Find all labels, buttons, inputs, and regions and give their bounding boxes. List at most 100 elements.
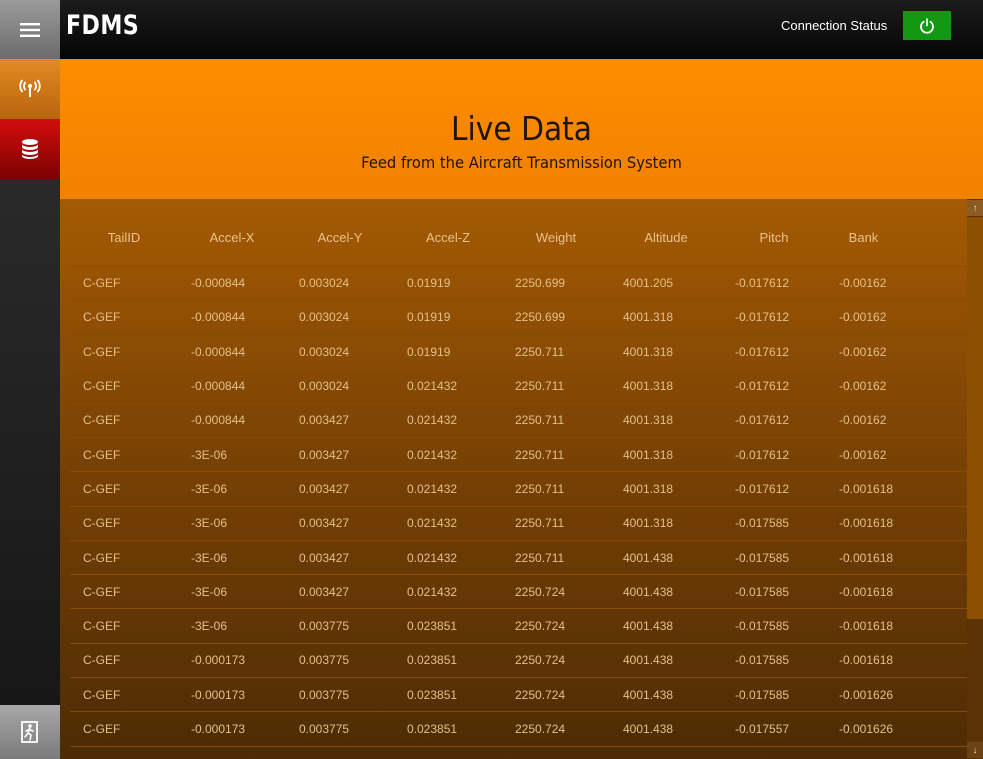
table-cell: 0.003775 — [286, 608, 394, 644]
table-row[interactable]: C-GEF -3E-06 0.003427 0.021432 2250.711 4001.… — [70, 540, 967, 576]
live-data-table: TailID Accel-X Accel-Y Accel-Z Weight Altitud… — [70, 199, 967, 747]
page-title: Live Data — [450, 109, 592, 148]
hamburger-icon — [20, 22, 40, 37]
table-cell: -0.017585 — [722, 608, 826, 644]
column-header[interactable]: Bank — [826, 199, 967, 267]
column-header[interactable]: Altitude — [610, 199, 722, 267]
table-row[interactable]: C-GEF -0.000844 0.003024 0.01919 2250.699 400… — [70, 300, 967, 336]
table-cell: -0.017585 — [722, 574, 826, 610]
table-cell: -0.000844 — [178, 403, 286, 438]
table-cell: 2250.724 — [502, 574, 610, 610]
table-cell: 0.003775 — [286, 711, 394, 747]
sidebar-item-live-data[interactable] — [0, 59, 60, 119]
table-cell: -0.001618 — [826, 471, 967, 507]
column-header[interactable]: Accel-Z — [394, 199, 502, 267]
table-cell: -0.001618 — [826, 506, 967, 541]
table-cell: C-GEF — [70, 471, 178, 507]
table-cell: -0.00162 — [826, 437, 967, 473]
page-subtitle: Feed from the Aircraft Transmission Syst… — [361, 153, 682, 172]
live-data-table-panel[interactable]: TailID Accel-X Accel-Y Accel-Z Weight Altitud… — [60, 199, 983, 759]
sidebar-item-exit[interactable] — [0, 705, 60, 759]
table-cell: C-GEF — [70, 643, 178, 679]
table-cell: 2250.711 — [502, 368, 610, 404]
table-cell: 0.003427 — [286, 574, 394, 610]
table-row[interactable]: C-GEF -0.000844 0.003024 0.01919 2250.711 400… — [70, 334, 967, 370]
table-cell: 4001.438 — [610, 574, 722, 610]
table-cell: C-GEF — [70, 608, 178, 644]
table-row[interactable]: C-GEF -0.000173 0.003775 0.023851 2250.724 40… — [70, 643, 967, 679]
table-cell: -0.017585 — [722, 540, 826, 576]
table-cell: 0.003024 — [286, 334, 394, 370]
column-header[interactable]: Weight — [502, 199, 610, 267]
scroll-up-button[interactable]: ↑ — [967, 200, 983, 216]
table-cell: -0.017612 — [722, 300, 826, 336]
sidebar — [0, 59, 60, 759]
table-cell: -0.000173 — [178, 677, 286, 713]
column-header[interactable]: Accel-X — [178, 199, 286, 267]
table-cell: -0.001626 — [826, 711, 967, 747]
table-cell: C-GEF — [70, 437, 178, 473]
table-cell: -0.017612 — [722, 368, 826, 404]
table-cell: 2250.724 — [502, 711, 610, 747]
table-cell: 4001.438 — [610, 643, 722, 679]
app-logo: FDMS — [66, 10, 140, 41]
table-row[interactable]: C-GEF -3E-06 0.003775 0.023851 2250.724 4001.… — [70, 608, 967, 644]
table-cell: C-GEF — [70, 266, 178, 301]
table-cell: 0.003024 — [286, 266, 394, 301]
connection-status-label: Connection Status — [781, 18, 888, 33]
table-cell: -0.00162 — [826, 368, 967, 404]
table-cell: 0.003775 — [286, 677, 394, 713]
table-row[interactable]: C-GEF -3E-06 0.003427 0.021432 2250.724 4001.… — [70, 574, 967, 610]
table-cell: -0.000173 — [178, 711, 286, 747]
table-cell: 0.003024 — [286, 368, 394, 404]
scroll-down-button[interactable]: ↓ — [967, 742, 983, 758]
table-cell: -0.000844 — [178, 300, 286, 336]
table-cell: -0.001626 — [826, 677, 967, 713]
menu-button[interactable] — [0, 0, 60, 59]
column-header[interactable]: TailID — [70, 199, 178, 267]
table-cell: -0.017585 — [722, 677, 826, 713]
table-row[interactable]: C-GEF -0.000844 0.003024 0.021432 2250.711 40… — [70, 368, 967, 404]
table-row[interactable]: C-GEF -0.000844 0.003427 0.021432 2250.711 40… — [70, 403, 967, 438]
table-cell: -0.001618 — [826, 540, 967, 576]
table-cell: 2250.711 — [502, 471, 610, 507]
table-cell: -0.017585 — [722, 506, 826, 541]
table-cell: -0.00162 — [826, 266, 967, 301]
table-cell: 4001.438 — [610, 608, 722, 644]
table-cell: 0.021432 — [394, 403, 502, 438]
table-row[interactable]: C-GEF -3E-06 0.003427 0.021432 2250.711 4001.… — [70, 471, 967, 507]
table-cell: -0.017612 — [722, 334, 826, 370]
table-row[interactable]: C-GEF -3E-06 0.003427 0.021432 2250.711 4001.… — [70, 506, 967, 541]
scrollbar-thumb[interactable] — [967, 217, 983, 619]
sidebar-item-database[interactable] — [0, 119, 60, 179]
table-cell: 2250.711 — [502, 334, 610, 370]
column-header[interactable]: Accel-Y — [286, 199, 394, 267]
vertical-scrollbar[interactable]: ↑ ↓ — [967, 199, 983, 759]
table-cell: -3E-06 — [178, 506, 286, 541]
table-cell: 2250.711 — [502, 540, 610, 576]
table-cell: 4001.438 — [610, 711, 722, 747]
table-row[interactable]: C-GEF -3E-06 0.003427 0.021432 2250.711 4001.… — [70, 437, 967, 473]
column-header[interactable]: Pitch — [722, 199, 826, 267]
table-header-row: TailID Accel-X Accel-Y Accel-Z Weight Altitud… — [70, 199, 967, 267]
table-cell: 4001.438 — [610, 540, 722, 576]
table-cell: 0.01919 — [394, 334, 502, 370]
table-row[interactable]: C-GEF -0.000844 0.003024 0.01919 2250.699 400… — [70, 266, 967, 301]
table-row[interactable]: C-GEF -0.000173 0.003775 0.023851 2250.724 40… — [70, 677, 967, 713]
table-cell: -3E-06 — [178, 608, 286, 644]
table-cell: -0.000173 — [178, 643, 286, 679]
table-cell: 4001.318 — [610, 471, 722, 507]
connection-power-button[interactable] — [903, 11, 951, 40]
table-cell: C-GEF — [70, 368, 178, 404]
table-row[interactable]: C-GEF -0.000173 0.003775 0.023851 2250.724 40… — [70, 711, 967, 747]
table-cell: -3E-06 — [178, 574, 286, 610]
table-cell: 4001.438 — [610, 677, 722, 713]
table-cell: C-GEF — [70, 506, 178, 541]
table-cell: 0.021432 — [394, 471, 502, 507]
table-cell: -0.00162 — [826, 403, 967, 438]
table-cell: 4001.318 — [610, 403, 722, 438]
table-cell: C-GEF — [70, 574, 178, 610]
table-cell: -0.017585 — [722, 643, 826, 679]
exit-icon — [21, 721, 38, 743]
database-icon — [22, 139, 38, 159]
